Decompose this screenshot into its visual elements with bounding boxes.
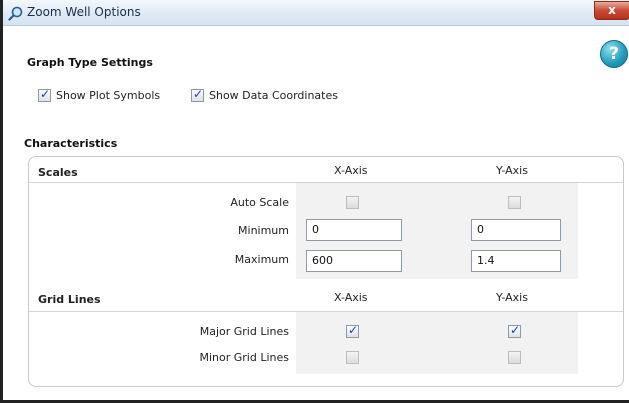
show-data-coordinates-checkbox[interactable]	[191, 87, 204, 102]
characteristics-panel: Scales X-Axis Y-Axis Auto Scale Minimum …	[28, 156, 624, 387]
x-maximum-input[interactable]: 600	[306, 250, 402, 272]
y-minor-grid-lines-checkbox[interactable]	[508, 351, 521, 364]
grid-y-column-bg	[460, 312, 578, 374]
title-bar[interactable]: Zoom Well Options x	[3, 0, 629, 26]
x-major-grid-lines-checkbox[interactable]	[346, 323, 359, 338]
grid-x-column-bg	[296, 312, 460, 374]
window-title: Zoom Well Options	[27, 5, 141, 19]
question-mark-icon: ?	[609, 44, 619, 64]
y-minimum-input[interactable]: 0	[471, 219, 561, 241]
major-grid-lines-label: Major Grid Lines	[199, 325, 289, 338]
y-auto-scale-checkbox[interactable]	[508, 196, 521, 209]
auto-scale-label: Auto Scale	[230, 196, 289, 209]
maximum-label: Maximum	[234, 253, 289, 266]
scales-separator	[29, 182, 623, 183]
close-icon: x	[608, 3, 616, 17]
graph-type-settings-heading: Graph Type Settings	[27, 56, 153, 69]
scales-x-axis-header: X-Axis	[334, 164, 368, 177]
grid-lines-heading: Grid Lines	[38, 293, 101, 306]
minor-grid-lines-label: Minor Grid Lines	[199, 351, 289, 364]
show-data-coordinates-label: Show Data Coordinates	[209, 89, 338, 102]
x-minimum-input[interactable]: 0	[306, 219, 402, 241]
show-plot-symbols-checkbox[interactable]	[38, 87, 51, 102]
y-major-grid-lines-checkbox[interactable]	[508, 323, 521, 338]
show-plot-symbols-label: Show Plot Symbols	[56, 89, 161, 102]
grid-y-axis-header: Y-Axis	[496, 291, 528, 304]
scales-heading: Scales	[38, 166, 78, 179]
zoom-magnifier-icon	[8, 6, 23, 21]
zoom-well-options-dialog: Zoom Well Options x ? Graph Type Setting…	[0, 0, 629, 403]
close-button[interactable]: x	[594, 1, 629, 20]
characteristics-heading: Characteristics	[24, 137, 118, 150]
y-maximum-input[interactable]: 1.4	[471, 250, 561, 272]
x-auto-scale-checkbox[interactable]	[346, 196, 359, 209]
show-plot-symbols-option[interactable]: Show Plot Symbols	[38, 87, 161, 102]
x-minor-grid-lines-checkbox[interactable]	[346, 351, 359, 364]
show-data-coordinates-option[interactable]: Show Data Coordinates	[191, 87, 338, 102]
help-button[interactable]: ?	[600, 40, 628, 68]
grid-x-axis-header: X-Axis	[334, 291, 368, 304]
grid-lines-separator	[29, 311, 623, 312]
scales-y-axis-header: Y-Axis	[496, 164, 528, 177]
minimum-label: Minimum	[238, 224, 289, 237]
